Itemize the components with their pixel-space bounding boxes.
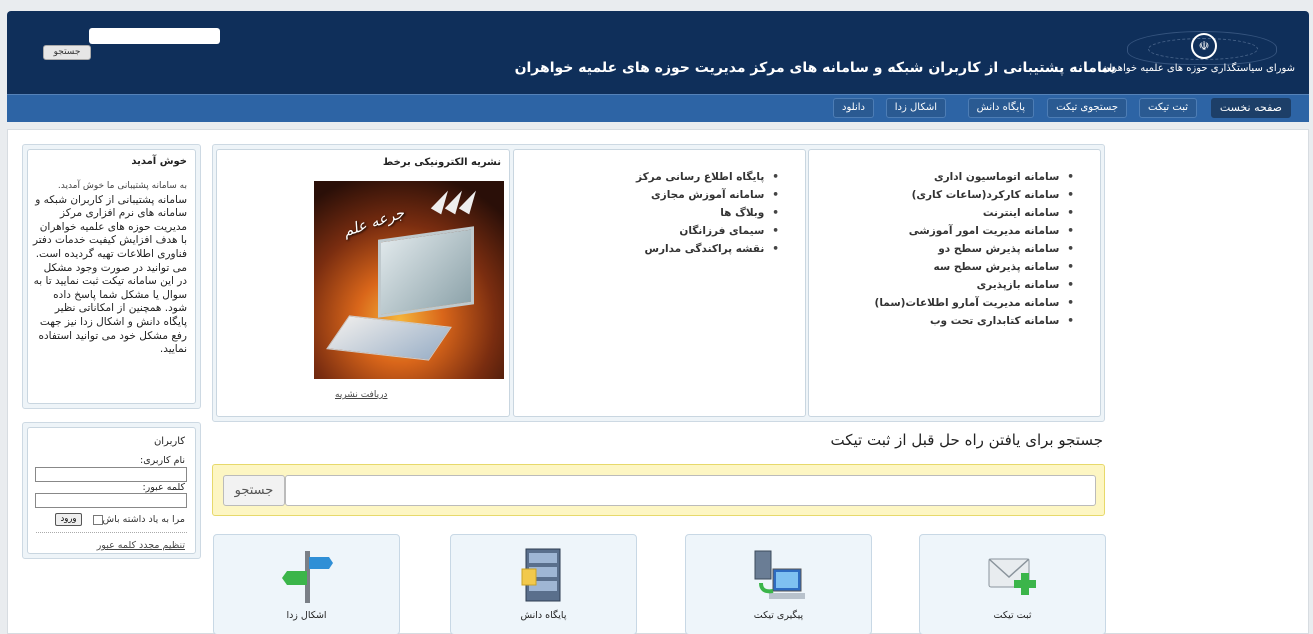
header-search-input[interactable] xyxy=(89,28,220,44)
site-header: ☫ شورای سیاستگذاری حوزه های علمیه خواهرا… xyxy=(7,11,1309,94)
emblem-icon: ☫ xyxy=(1191,33,1217,59)
system-link[interactable]: وبلاگ ها xyxy=(636,204,779,222)
system-link[interactable]: سامانه پذیرش سطح دو xyxy=(875,240,1074,258)
nav-knowledge-base[interactable]: پایگاه دانش xyxy=(967,98,1034,118)
monitor-illustration xyxy=(378,226,474,318)
systems-list-2: پایگاه اطلاع رسانی مرکز سامانه آموزش مجا… xyxy=(636,168,779,258)
system-link[interactable]: سامانه مدیریت امور آموزشی xyxy=(875,222,1074,240)
nav-download[interactable]: دانلود xyxy=(833,98,874,118)
signpost-icon xyxy=(281,551,333,603)
system-link[interactable]: سامانه کارکرد(ساعات کاری) xyxy=(875,186,1074,204)
nav-search-ticket[interactable]: جستجوی تیکت xyxy=(1047,98,1127,118)
username-input[interactable] xyxy=(35,467,187,482)
system-link[interactable]: نقشه پراکندگی مدارس xyxy=(636,240,779,258)
tile-submit-ticket[interactable]: ثبت تیکت xyxy=(919,534,1106,634)
users-title: کاربران xyxy=(153,436,185,447)
tile-troubleshooter[interactable]: اشکال زدا xyxy=(213,534,400,634)
welcome-panel: خوش آمدید به سامانه پشتیبانی ما خوش آمدی… xyxy=(22,144,201,409)
welcome-text: به سامانه پشتیبانی ما خوش آمدید. سامانه … xyxy=(31,180,187,357)
solution-search-input[interactable] xyxy=(285,475,1096,506)
mail-add-icon xyxy=(987,558,1036,595)
username-label: نام کاربری: xyxy=(140,455,185,466)
welcome-box: خوش آمدید به سامانه پشتیبانی ما خوش آمدی… xyxy=(27,149,196,404)
magazine-title: نشریه الکترونیکی برخط xyxy=(382,157,501,168)
users-panel: کاربران نام کاربری: کلمه عبور: مرا به یا… xyxy=(22,422,201,559)
arrows-decoration xyxy=(430,187,496,219)
magazine-cover-image[interactable]: جرعه علم xyxy=(314,181,504,379)
system-link[interactable]: پایگاه اطلاع رسانی مرکز xyxy=(636,168,779,186)
welcome-title: خوش آمدید xyxy=(131,156,187,167)
main-nav: صفحه نخست ثبت تیکت جستجوی تیکت پایگاه دا… xyxy=(7,94,1309,122)
solution-search-button[interactable]: جستجو xyxy=(223,475,285,506)
nav-troubleshooter[interactable]: اشکال زدا xyxy=(885,98,946,118)
systems-column-1: سامانه اتوماسیون اداری سامانه کارکرد(ساع… xyxy=(808,149,1101,417)
system-link[interactable]: سامانه آموزش مجازی xyxy=(636,186,779,204)
search-heading: جستجو برای یافتن راه حل قبل از ثبت تیکت xyxy=(830,431,1104,449)
portal-panel: سامانه اتوماسیون اداری سامانه کارکرد(ساع… xyxy=(212,144,1105,422)
tile-label: پیگیری تیکت xyxy=(753,610,804,621)
remember-checkbox[interactable] xyxy=(92,514,103,525)
system-link[interactable]: سامانه مدیریت آمارو اطلاعات(سما) xyxy=(875,294,1074,312)
system-link[interactable]: سامانه اتوماسیون اداری xyxy=(875,168,1074,186)
system-link[interactable]: سامانه کتابداری تحت وب xyxy=(875,312,1074,330)
systems-list-1: سامانه اتوماسیون اداری سامانه کارکرد(ساع… xyxy=(875,168,1074,330)
tile-label: اشکال زدا xyxy=(286,610,327,621)
search-box: جستجو xyxy=(212,464,1105,516)
tile-knowledge-base[interactable]: پایگاه دانش xyxy=(450,534,637,634)
login-button[interactable]: ورود xyxy=(55,513,82,526)
reset-password-link[interactable]: تنظیم مجدد کلمه عبور xyxy=(97,540,185,551)
welcome-body: سامانه پشتیبانی از کاربران شبکه و سامانه… xyxy=(32,193,187,356)
nav-submit-ticket[interactable]: ثبت تیکت xyxy=(1139,98,1197,118)
keyboard-illustration xyxy=(326,315,452,361)
systems-column-2: پایگاه اطلاع رسانی مرکز سامانه آموزش مجا… xyxy=(513,149,806,417)
file-cabinet-icon xyxy=(521,548,560,602)
magazine-download-link[interactable]: دریافت نشریه xyxy=(335,390,387,400)
welcome-intro: به سامانه پشتیبانی ما خوش آمدید. xyxy=(57,181,187,191)
remember-me[interactable]: مرا به یاد داشته باش xyxy=(90,514,185,525)
tile-track-ticket[interactable]: پیگیری تیکت xyxy=(685,534,872,634)
password-label: کلمه عبور: xyxy=(142,482,185,493)
magazine-logo: جرعه علم xyxy=(340,203,407,241)
system-link[interactable]: سیمای فرزانگان xyxy=(636,222,779,240)
remember-label: مرا به یاد داشته باش xyxy=(102,514,185,525)
nav-home[interactable]: صفحه نخست xyxy=(1210,98,1291,118)
system-link[interactable]: سامانه پذیرش سطح سه xyxy=(875,258,1074,276)
computer-sync-icon xyxy=(754,550,805,599)
password-input[interactable] xyxy=(35,493,187,508)
system-link[interactable]: سامانه اینترنت xyxy=(875,204,1074,222)
login-box: کاربران نام کاربری: کلمه عبور: مرا به یا… xyxy=(27,427,196,554)
system-link[interactable]: سامانه بازپذیری xyxy=(875,276,1074,294)
council-name: شورای سیاستگذاری حوزه های علمیه خواهران xyxy=(1102,63,1295,74)
magazine-box: نشریه الکترونیکی برخط جرعه علم دریافت نش… xyxy=(216,149,510,417)
tile-label: پایگاه دانش xyxy=(520,610,567,621)
site-title: سامانه پشتیبانی از کاربران شبکه و سامانه… xyxy=(514,60,1116,76)
header-search-button[interactable]: جستجو xyxy=(43,45,91,60)
tile-label: ثبت تیکت xyxy=(993,610,1032,621)
main-content: سامانه اتوماسیون اداری سامانه کارکرد(ساع… xyxy=(7,129,1309,634)
divider xyxy=(36,532,187,533)
